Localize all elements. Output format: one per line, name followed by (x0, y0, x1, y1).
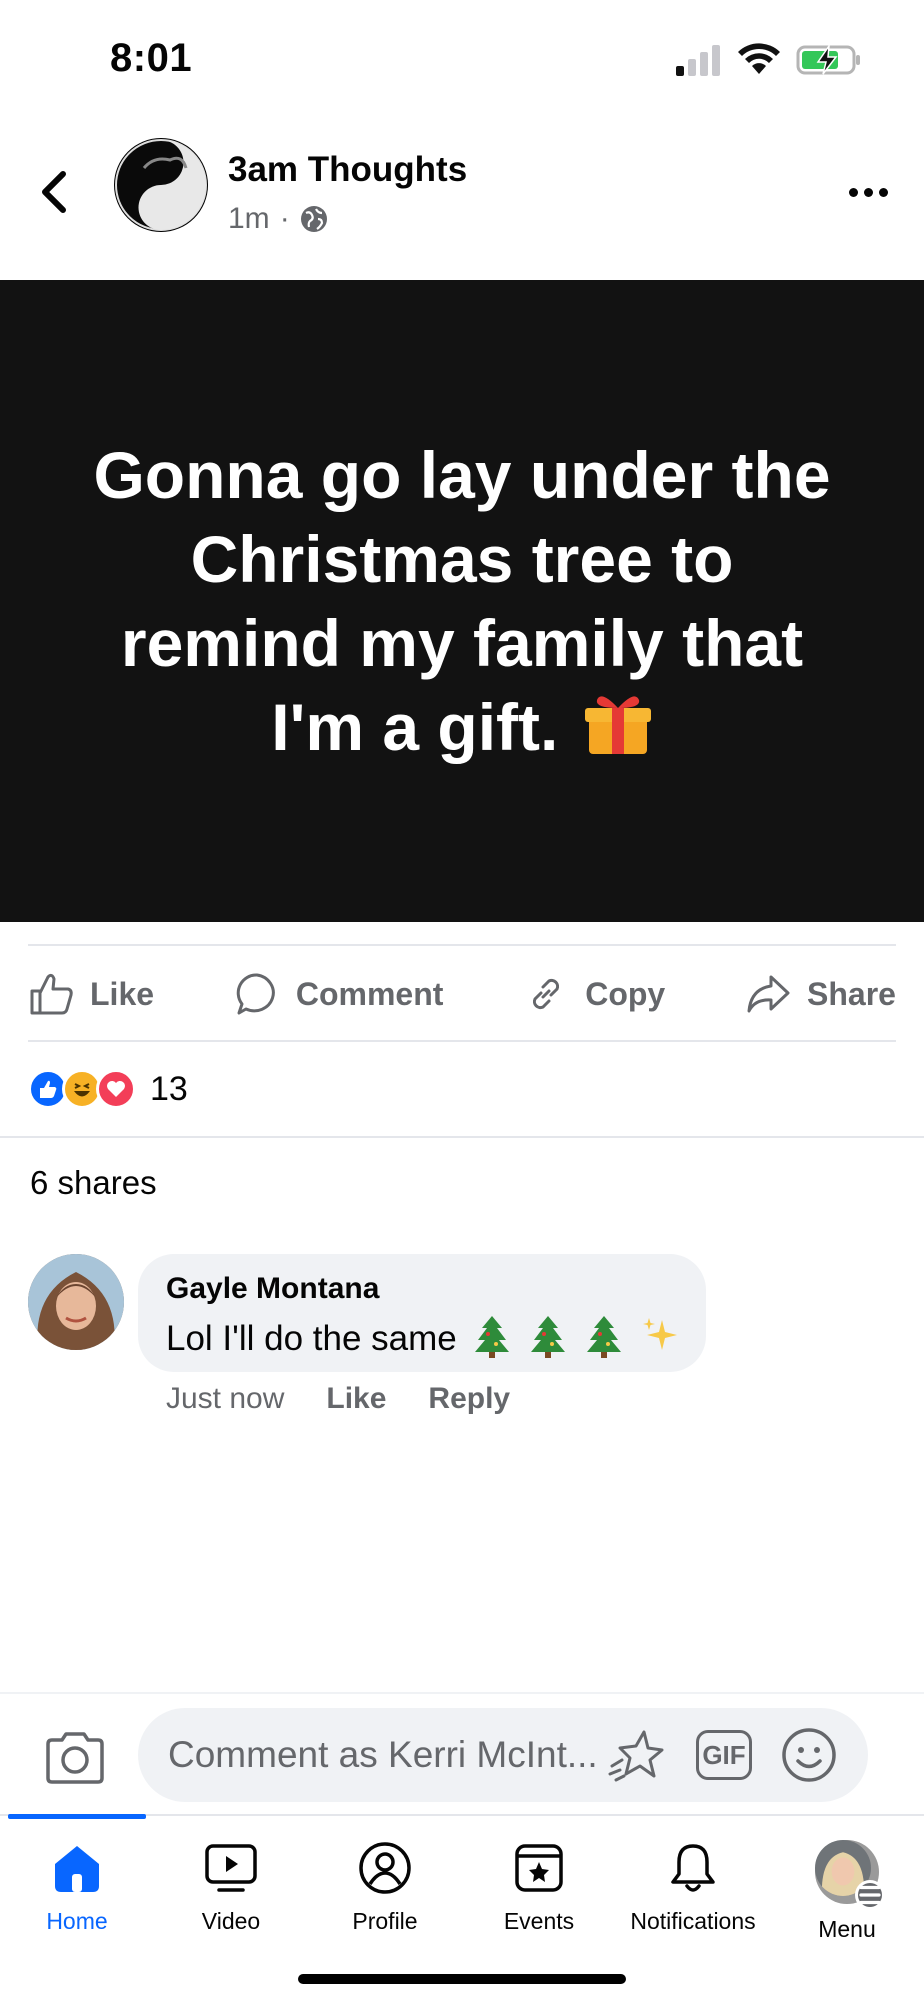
post-text: Gonna go lay under the Christmas tree to… (93, 438, 831, 764)
camera-icon[interactable] (44, 1730, 106, 1784)
more-dot-icon (863, 187, 873, 197)
divider (0, 1136, 924, 1138)
video-icon (205, 1844, 257, 1892)
christmas-tree-icon (475, 1316, 510, 1358)
post-time: 1m (228, 202, 270, 235)
copy-label: Copy (585, 975, 666, 1012)
love-reaction-icon (96, 1069, 136, 1109)
chevron-left-icon (42, 171, 66, 213)
wifi-icon (738, 43, 780, 74)
menu-avatar (815, 1840, 885, 1910)
page-name[interactable]: 3am Thoughts (228, 150, 467, 190)
christmas-tree-icon (586, 1316, 621, 1358)
comment-label: Comment (295, 975, 444, 1012)
tab-menu[interactable]: Menu (770, 1840, 924, 1950)
copy-link-button[interactable]: Copy (523, 971, 665, 1017)
reactions-summary[interactable]: 13 (28, 1066, 188, 1112)
tab-home-label: Home (46, 1908, 108, 1934)
comment-reply-button[interactable]: Reply (428, 1382, 510, 1416)
share-arrow-icon (747, 975, 790, 1013)
shares-count[interactable]: 6 shares (30, 1164, 157, 1202)
menu-badge-icon (855, 1880, 885, 1910)
gif-button[interactable]: GIF (696, 1730, 752, 1780)
tab-profile-label: Profile (352, 1908, 418, 1934)
bottom-tab-bar: Home Video Profile Events Notifications (0, 1814, 924, 2000)
profile-icon (359, 1842, 411, 1894)
tab-events-label: Events (503, 1908, 575, 1934)
like-button[interactable]: Like (28, 971, 154, 1017)
comment-composer: Comment as Kerri McInt... GIF (0, 1692, 924, 1812)
share-button[interactable]: Share (745, 971, 896, 1017)
divider (28, 1040, 896, 1042)
reaction-count: 13 (150, 1069, 188, 1108)
yin-yang-tree-icon (115, 139, 207, 231)
emoji-smile-icon[interactable] (780, 1726, 838, 1784)
share-label: Share (807, 975, 896, 1012)
globe-icon (300, 206, 327, 232)
active-tab-indicator (8, 1814, 146, 1819)
comment-text: Lol I'll do the same (166, 1319, 457, 1358)
home-indicator (298, 1974, 626, 1984)
comment-bubble-icon (236, 973, 275, 1015)
more-dot-icon (878, 187, 888, 197)
tab-video-label: Video (201, 1908, 261, 1934)
tab-events[interactable]: Events (462, 1840, 616, 1950)
tab-notifications[interactable]: Notifications (616, 1840, 770, 1950)
status-bar: 8:01 (0, 0, 924, 120)
post-content[interactable]: Gonna go lay under the Christmas tree to… (0, 280, 924, 922)
comment-bubble[interactable]: Gayle Montana Lol I'll do the same (138, 1254, 706, 1372)
back-button[interactable] (34, 162, 74, 222)
tab-notifications-label: Notifications (630, 1908, 756, 1934)
christmas-tree-icon (531, 1316, 566, 1358)
comment-meta: Just now Like Reply (166, 1382, 510, 1416)
sparkles-icon (642, 1318, 677, 1350)
comment-input-placeholder: Comment as Kerri McInt... (168, 1734, 598, 1775)
post-meta: 1m · (228, 202, 328, 236)
person-photo-icon (28, 1254, 124, 1350)
page-avatar[interactable] (114, 138, 208, 232)
post-text-container: Gonna go lay under the Christmas tree to… (72, 433, 852, 769)
comment-time: Just now (166, 1382, 285, 1415)
bell-icon (671, 1844, 715, 1892)
comment-author[interactable]: Gayle Montana (166, 1272, 678, 1306)
more-options-button[interactable] (840, 172, 896, 212)
tab-profile[interactable]: Profile (308, 1840, 462, 1950)
post-header: 3am Thoughts 1m · (0, 120, 924, 280)
status-time: 8:01 (110, 36, 193, 80)
more-dot-icon (848, 187, 858, 197)
meta-separator: · (279, 202, 290, 235)
cellular-signal-icon (676, 45, 720, 76)
events-calendar-icon (515, 1844, 563, 1892)
link-icon (533, 978, 560, 1010)
commenter-avatar[interactable] (28, 1254, 124, 1350)
tab-home[interactable]: Home (0, 1840, 154, 1950)
tab-video[interactable]: Video (154, 1840, 308, 1950)
post-actions: Like Comment Copy Share (28, 946, 896, 1042)
battery-charging-icon (796, 44, 860, 75)
gift-emoji-icon (584, 696, 651, 754)
avatar-sticker-icon[interactable] (608, 1726, 666, 1784)
comment-text-row: Lol I'll do the same (166, 1314, 678, 1359)
home-icon (55, 1846, 99, 1892)
thumbs-up-icon (30, 973, 73, 1015)
comment-input[interactable]: Comment as Kerri McInt... GIF (138, 1708, 868, 1802)
comment-button[interactable]: Comment (234, 971, 444, 1017)
like-label: Like (90, 975, 155, 1012)
comment-like-button[interactable]: Like (326, 1382, 386, 1416)
